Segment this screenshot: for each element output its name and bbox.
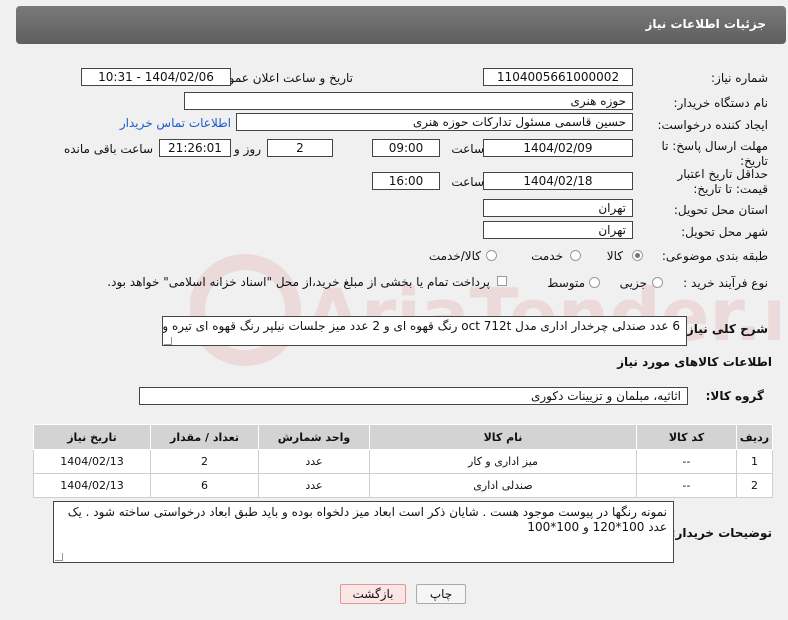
cell-quantity: 6 (150, 473, 259, 498)
city-label: شهر محل تحویل: (681, 225, 768, 239)
goods-group-field: اثاثیه، مبلمان و تزیینات دکوری (139, 387, 688, 405)
process-radio-minor[interactable] (652, 277, 663, 288)
table-row: 2 -- صندلی اداری عدد 6 1404/02/13 (33, 473, 773, 498)
goods-group-label: گروه کالا: (705, 389, 764, 403)
creator-label: ایجاد کننده درخواست: (657, 118, 768, 132)
description-label: شرح کلی نیاز: (682, 322, 768, 336)
print-button[interactable]: چاپ (416, 584, 466, 604)
cell-unit: عدد (258, 449, 370, 474)
treasury-payment-checkbox[interactable] (497, 276, 507, 286)
category-radio-service[interactable] (570, 250, 581, 261)
price-validity-time-label: ساعت (451, 175, 484, 189)
days-remaining-field: 2 (267, 139, 333, 157)
need-number-label: شماره نیاز: (711, 71, 768, 85)
buyer-label: نام دستگاه خریدار: (673, 96, 769, 110)
cell-row-number: 1 (736, 449, 773, 474)
creator-field: حسین قاسمی مسئول تدارکات حوزه هنری (236, 113, 633, 131)
col-need-date: تاریخ نیاز (33, 424, 151, 450)
cell-row-number: 2 (736, 473, 773, 498)
time-remaining-label: ساعت باقی مانده (63, 142, 153, 156)
deadline-label: مهلت ارسال پاسخ: تا تاریخ: (661, 139, 768, 168)
province-field: تهران (483, 199, 633, 217)
price-validity-time-field: 16:00 (372, 172, 440, 190)
buyer-notes-label: توضیحات خریدار: (670, 526, 772, 540)
price-validity-date-field: 1404/02/18 (483, 172, 633, 190)
category-radio-goods[interactable] (632, 250, 643, 261)
cell-need-date: 1404/02/13 (33, 449, 151, 474)
price-validity-label: حداقل تاریخ اعتبار قیمت: تا تاریخ: (677, 167, 768, 196)
goods-table-header: ردیف کد کالا نام کالا واحد شمارش تعداد /… (33, 424, 773, 450)
table-row: 1 -- میز اداری و کار عدد 2 1404/02/13 (33, 449, 773, 474)
cell-item-name: میز اداری و کار (369, 449, 637, 474)
cell-need-date: 1404/02/13 (33, 473, 151, 498)
category-label: طبقه بندی موضوعی: (661, 249, 768, 263)
days-label: روز و (234, 142, 261, 156)
cell-item-name: صندلی اداری (369, 473, 637, 498)
back-button[interactable]: بازگشت (340, 584, 406, 604)
process-type-label: نوع فرآیند خرید : (683, 276, 768, 290)
deadline-date-field: 1404/02/09 (483, 139, 633, 157)
page-title: جزئیات اطلاعات نیاز (645, 17, 766, 31)
buyer-notes-textarea[interactable]: نمونه رنگها در پیوست موجود هست . شایان ذ… (53, 501, 674, 563)
announce-datetime-field: 1404/02/06 - 10:31 (81, 68, 231, 86)
time-remaining-field: 21:26:01 (159, 139, 231, 157)
category-option-service: خدمت (531, 249, 563, 263)
page-header: جزئیات اطلاعات نیاز (16, 6, 786, 44)
process-option-medium: متوسط (547, 276, 585, 290)
need-number-field: 1104005661000002 (483, 68, 633, 86)
description-resize-handle[interactable] (164, 337, 172, 345)
cell-item-code: -- (636, 449, 737, 474)
col-item-name: نام کالا (369, 424, 637, 450)
province-label: استان محل تحویل: (673, 203, 768, 217)
deadline-time-label: ساعت (451, 142, 484, 156)
category-radio-goods-service[interactable] (486, 250, 497, 261)
deadline-time-field: 09:00 (372, 139, 440, 157)
cell-quantity: 2 (150, 449, 259, 474)
goods-section-title: اطلاعات کالاهای مورد نیاز (617, 355, 772, 369)
cell-item-code: -- (636, 473, 737, 498)
process-radio-medium[interactable] (589, 277, 600, 288)
notes-resize-handle[interactable] (55, 553, 63, 561)
treasury-payment-text: پرداخت تمام یا بخشی از مبلغ خرید،از محل … (107, 275, 490, 289)
category-option-goods: کالا (606, 249, 623, 263)
col-item-code: کد کالا (636, 424, 737, 450)
buyer-field: حوزه هنری (184, 92, 633, 110)
description-textarea[interactable]: 6 عدد صندلی چرخدار اداری مدل oct 712t رن… (162, 316, 687, 346)
col-quantity: تعداد / مقدار (150, 424, 259, 450)
col-row-number: ردیف (736, 424, 773, 450)
category-option-goods-service: کالا/خدمت (428, 249, 481, 263)
process-option-minor: جزیی (619, 276, 647, 290)
col-unit: واحد شمارش (258, 424, 370, 450)
city-field: تهران (483, 221, 633, 239)
goods-table: ردیف کد کالا نام کالا واحد شمارش تعداد /… (33, 424, 773, 498)
cell-unit: عدد (258, 473, 370, 498)
buyer-contact-link[interactable]: اطلاعات تماس خریدار (120, 116, 231, 130)
